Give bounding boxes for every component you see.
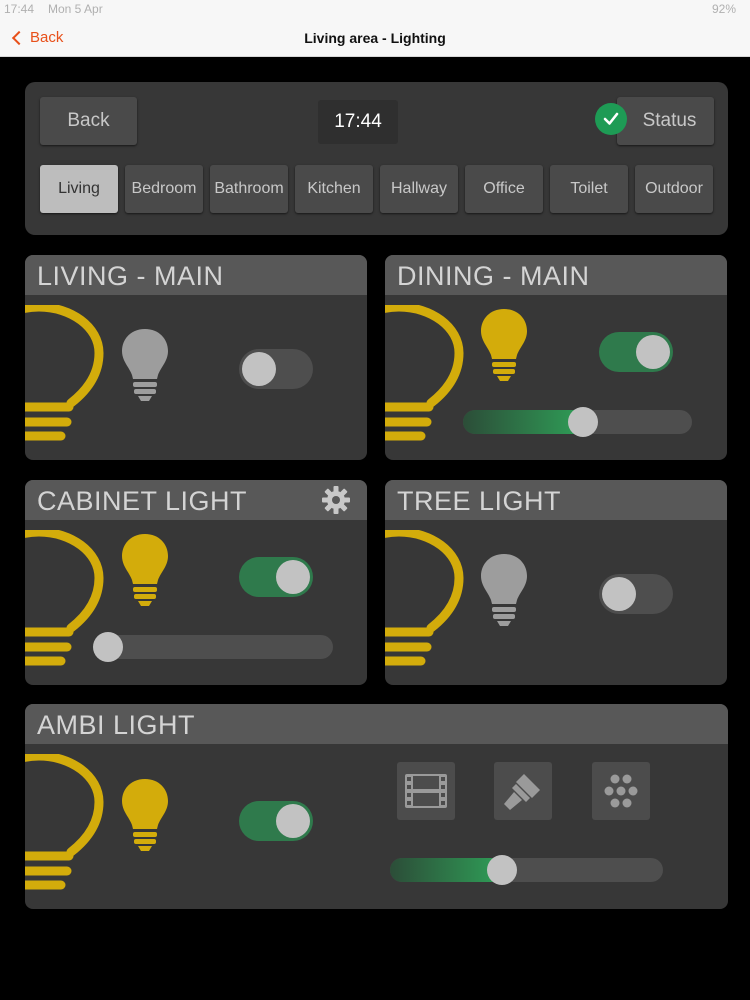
card-title: AMBI LIGHT [37, 710, 196, 740]
nav-bar: Back Living area - Lighting [0, 20, 750, 57]
tab-toilet[interactable]: Toilet [550, 165, 628, 213]
room-tabs: Living Bedroom Bathroom Kitchen Hallway … [40, 165, 713, 213]
tab-kitchen[interactable]: Kitchen [295, 165, 373, 213]
power-toggle[interactable] [599, 332, 673, 372]
film-mode-button[interactable] [397, 762, 455, 820]
tab-living[interactable]: Living [40, 165, 118, 213]
clock: 17:44 [318, 100, 398, 144]
lightbulb-icon[interactable] [120, 532, 170, 608]
power-toggle[interactable] [239, 557, 313, 597]
dimmer-thumb[interactable] [487, 855, 518, 885]
paint-mode-button[interactable] [494, 762, 552, 820]
tab-bedroom[interactable]: Bedroom [125, 165, 203, 213]
card-title: DINING - MAIN [397, 261, 590, 291]
power-toggle[interactable] [239, 801, 313, 841]
page-title: Living area - Lighting [304, 30, 446, 46]
gear-icon[interactable] [321, 485, 351, 515]
card-living-main: LIVING - MAIN [25, 255, 367, 460]
card-header: LIVING - MAIN [25, 255, 367, 295]
dots-pattern-icon [604, 774, 638, 808]
status-button-label: Status [642, 110, 697, 131]
checkmark-icon [595, 103, 627, 135]
lightbulb-icon[interactable] [120, 777, 170, 853]
power-toggle[interactable] [599, 574, 673, 614]
back-button[interactable]: Back [40, 97, 137, 145]
tab-bathroom[interactable]: Bathroom [210, 165, 288, 213]
toggle-knob [602, 577, 636, 611]
card-header: DINING - MAIN [385, 255, 727, 295]
card-tree-light: TREE LIGHT [385, 480, 727, 685]
pattern-mode-button[interactable] [592, 762, 650, 820]
lightbulb-outline-icon [25, 754, 107, 894]
battery-level: 92% [711, 2, 736, 16]
lightbulb-outline-icon [385, 305, 467, 445]
card-title: CABINET LIGHT [37, 486, 248, 516]
tab-office[interactable]: Office [465, 165, 543, 213]
lightbulb-outline-icon [385, 530, 467, 670]
card-dining-main: DINING - MAIN [385, 255, 727, 460]
status-time: 17:44 [4, 2, 35, 16]
status-bar: 17:44 Mon 5 Apr 92% [0, 0, 750, 20]
dimmer-slider[interactable] [93, 632, 333, 662]
card-header: CABINET LIGHT [25, 480, 367, 520]
lightbulb-icon[interactable] [479, 307, 529, 383]
tab-outdoor[interactable]: Outdoor [635, 165, 713, 213]
toggle-knob [276, 804, 310, 838]
dimmer-fill [390, 858, 503, 882]
lightbulb-icon[interactable] [479, 552, 529, 628]
card-title: LIVING - MAIN [37, 261, 224, 291]
status-button[interactable]: Status [617, 97, 714, 145]
room-control-panel: Back 17:44 Status Living Bedroom Bathroo… [25, 82, 728, 235]
card-ambi-light: AMBI LIGHT [25, 704, 728, 909]
lightbulb-outline-icon [25, 305, 107, 445]
dimmer-slider[interactable] [463, 407, 692, 437]
card-cabinet-light: CABINET LIGHT [25, 480, 367, 685]
lightbulb-icon[interactable] [120, 327, 170, 403]
dimmer-slider[interactable] [390, 855, 663, 885]
film-icon [405, 774, 447, 808]
dimmer-fill [463, 410, 584, 434]
card-header: TREE LIGHT [385, 480, 727, 520]
status-date: Mon 5 Apr [48, 2, 103, 16]
paint-brush-icon [504, 774, 540, 810]
toggle-knob [276, 560, 310, 594]
card-title: TREE LIGHT [397, 486, 562, 516]
card-header: AMBI LIGHT [25, 704, 728, 744]
dimmer-thumb[interactable] [93, 632, 123, 662]
toggle-knob [242, 352, 276, 386]
toggle-knob [636, 335, 670, 369]
power-toggle[interactable] [239, 349, 313, 389]
tab-hallway[interactable]: Hallway [380, 165, 458, 213]
dimmer-thumb[interactable] [568, 407, 599, 437]
